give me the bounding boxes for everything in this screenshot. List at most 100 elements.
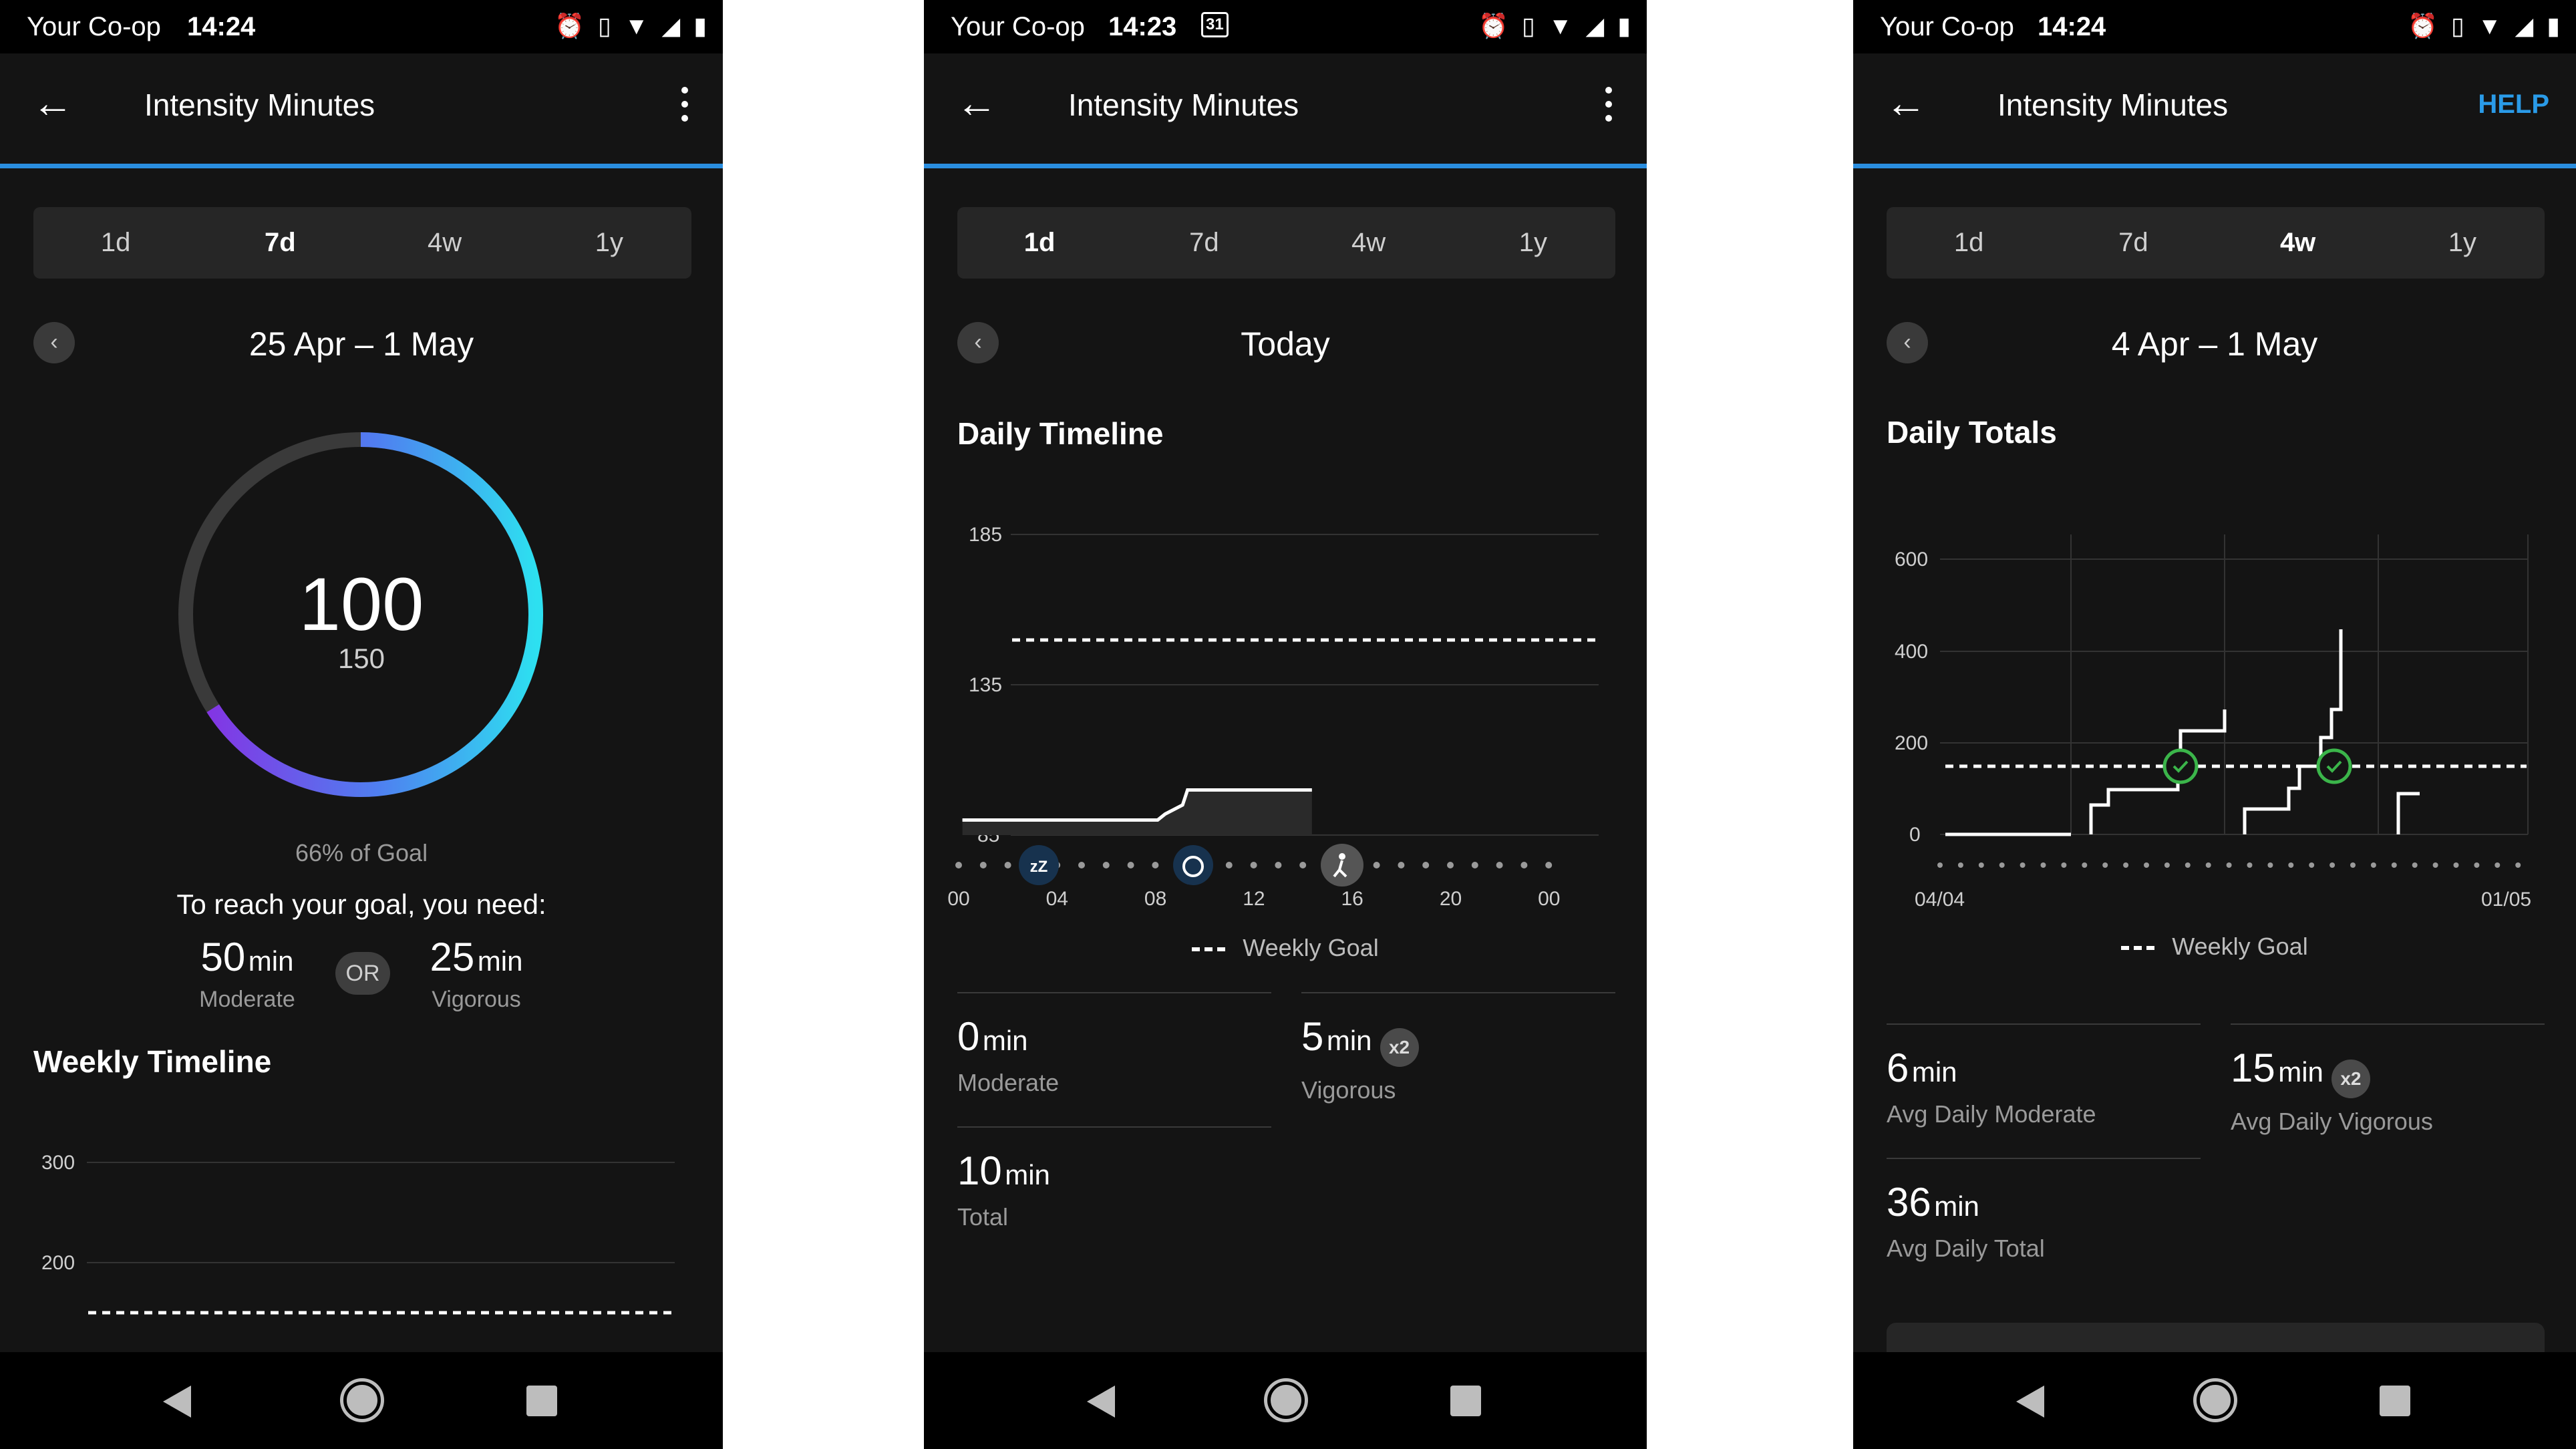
day-dot xyxy=(2494,862,2501,868)
nav-back-icon[interactable] xyxy=(163,1386,191,1418)
daily-totals-chart: 600 400 200 0 04/04 01/05 xyxy=(1895,534,2531,911)
timeline-dot xyxy=(979,862,987,868)
system-nav-bar xyxy=(1853,1352,2576,1449)
screen-four-weeks: Your Co-op 14:24 ⏰ ▯ ▼ ◢ ▮ ← Intensity M… xyxy=(1853,0,2576,1449)
y-tick-label: 0 xyxy=(1909,824,1921,846)
timeline-dot xyxy=(1102,862,1110,868)
timeline-dot xyxy=(1078,862,1085,868)
weekly-timeline-chart: 300 200 xyxy=(41,1152,675,1315)
timeline-dot xyxy=(1471,862,1478,868)
timeline-dot xyxy=(1422,862,1430,868)
screen-weekly: Your Co-op 14:24 ⏰ ▯ ▼ ◢ ▮ ← Intensity M… xyxy=(0,0,723,1449)
y-tick-label: 185 xyxy=(969,524,1002,546)
day-dot xyxy=(2020,862,2026,868)
day-dot xyxy=(1978,862,1984,868)
legend-label: Weekly Goal xyxy=(2172,933,2308,960)
alarm-marker xyxy=(1173,845,1213,885)
y-tick-label: 600 xyxy=(1895,548,1928,571)
x-tick-label: 20 xyxy=(1440,888,1462,910)
timeline-dot xyxy=(1398,862,1405,868)
stat-avg-moderate: 6 min Avg Daily Moderate xyxy=(1887,1023,2201,1128)
nav-recents-icon[interactable] xyxy=(2380,1386,2410,1416)
day-dot xyxy=(2226,862,2232,868)
x2-badge: x2 xyxy=(2331,1059,2370,1098)
day-dot xyxy=(2391,862,2397,868)
day-dot xyxy=(2370,862,2376,868)
day-dot xyxy=(2185,862,2191,868)
day-dot xyxy=(2102,862,2108,868)
stat-total: 10 min Total xyxy=(957,1126,1271,1231)
stat-avg-vigorous: 15 min x2 Avg Daily Vigorous xyxy=(2231,1023,2545,1136)
walk-marker xyxy=(1321,844,1363,887)
checkmark-icon xyxy=(2162,748,2199,784)
nav-home-icon[interactable] xyxy=(1267,1382,1305,1419)
nav-home-icon[interactable] xyxy=(343,1382,381,1419)
timeline-dot xyxy=(1004,862,1011,868)
chart-legend: Weekly Goal xyxy=(1853,933,2576,961)
day-dot xyxy=(1957,862,1963,868)
day-dot xyxy=(2040,862,2046,868)
stat-vigorous: 5 min x2 Vigorous xyxy=(1301,992,1615,1104)
stat-moderate: 0 min Moderate xyxy=(957,992,1271,1097)
y-tick-label: 200 xyxy=(41,1252,75,1274)
day-dot xyxy=(2432,862,2438,868)
day-dot xyxy=(2474,862,2480,868)
timeline-dot xyxy=(1496,862,1503,868)
timeline-dot xyxy=(1447,862,1454,868)
day-dot xyxy=(2205,862,2211,868)
nav-recents-icon[interactable] xyxy=(1450,1386,1481,1416)
sleep-marker: zZ xyxy=(1019,845,1059,885)
timeline-dot xyxy=(1127,862,1134,868)
checkmark-icon xyxy=(2316,748,2352,784)
x-tick-label: 08 xyxy=(1144,888,1166,910)
alarm-clock-icon xyxy=(1173,845,1213,885)
stat-avg-total: 36 min Avg Daily Total xyxy=(1887,1158,2201,1263)
day-dot xyxy=(2267,862,2273,868)
timeline-dot xyxy=(1275,862,1282,868)
day-dot xyxy=(2288,862,2294,868)
day-dot xyxy=(2329,862,2336,868)
day-dot xyxy=(2061,862,2067,868)
timeline-dot xyxy=(1250,862,1257,868)
day-dot xyxy=(2350,862,2356,868)
x-tick-label: 00 xyxy=(947,888,969,910)
nav-recents-icon[interactable] xyxy=(526,1386,557,1416)
day-dot xyxy=(2247,862,2253,868)
day-dot xyxy=(1999,862,2005,868)
day-dot xyxy=(2309,862,2315,868)
system-nav-bar xyxy=(924,1352,1647,1449)
x-tick-label: 16 xyxy=(1341,888,1363,910)
screen-daily: Your Co-op 14:23 31 ⏰ ▯ ▼ ◢ ▮ ← Intensit… xyxy=(924,0,1647,1449)
activity-area xyxy=(962,790,1312,835)
timeline-dot xyxy=(955,862,962,868)
day-dot xyxy=(2123,862,2129,868)
timeline-dot xyxy=(1545,862,1553,868)
day-dot xyxy=(1937,862,1943,868)
nav-back-icon[interactable] xyxy=(2016,1386,2044,1418)
timeline-dot xyxy=(1520,862,1528,868)
x-axis-end-label: 01/05 xyxy=(2481,889,2531,911)
legend-label: Weekly Goal xyxy=(1243,934,1379,961)
day-dot xyxy=(2164,862,2170,868)
nav-back-icon[interactable] xyxy=(1087,1386,1115,1418)
cumulative-minutes-line xyxy=(1945,629,2420,836)
y-tick-label: 300 xyxy=(41,1152,75,1174)
x2-badge: x2 xyxy=(1380,1027,1419,1067)
day-dots xyxy=(1937,862,2521,868)
goal-reached-marker xyxy=(2316,748,2352,784)
nav-home-icon[interactable] xyxy=(2197,1382,2234,1419)
chart-legend: Weekly Goal xyxy=(924,934,1647,962)
y-tick-label: 135 xyxy=(969,674,1002,696)
timeline-dot xyxy=(1152,862,1159,868)
y-tick-label: 200 xyxy=(1895,732,1928,754)
day-dot xyxy=(2144,862,2149,868)
timeline-dot xyxy=(1373,862,1380,868)
y-tick-label: 400 xyxy=(1895,641,1928,663)
day-dot xyxy=(2515,862,2521,868)
x-tick-label: 04 xyxy=(1046,888,1068,910)
goal-reached-marker xyxy=(2162,748,2199,784)
day-dot xyxy=(2453,862,2459,868)
system-nav-bar xyxy=(0,1352,723,1449)
timeline-dot xyxy=(1299,862,1307,868)
legend-dash-swatch xyxy=(1192,947,1226,952)
